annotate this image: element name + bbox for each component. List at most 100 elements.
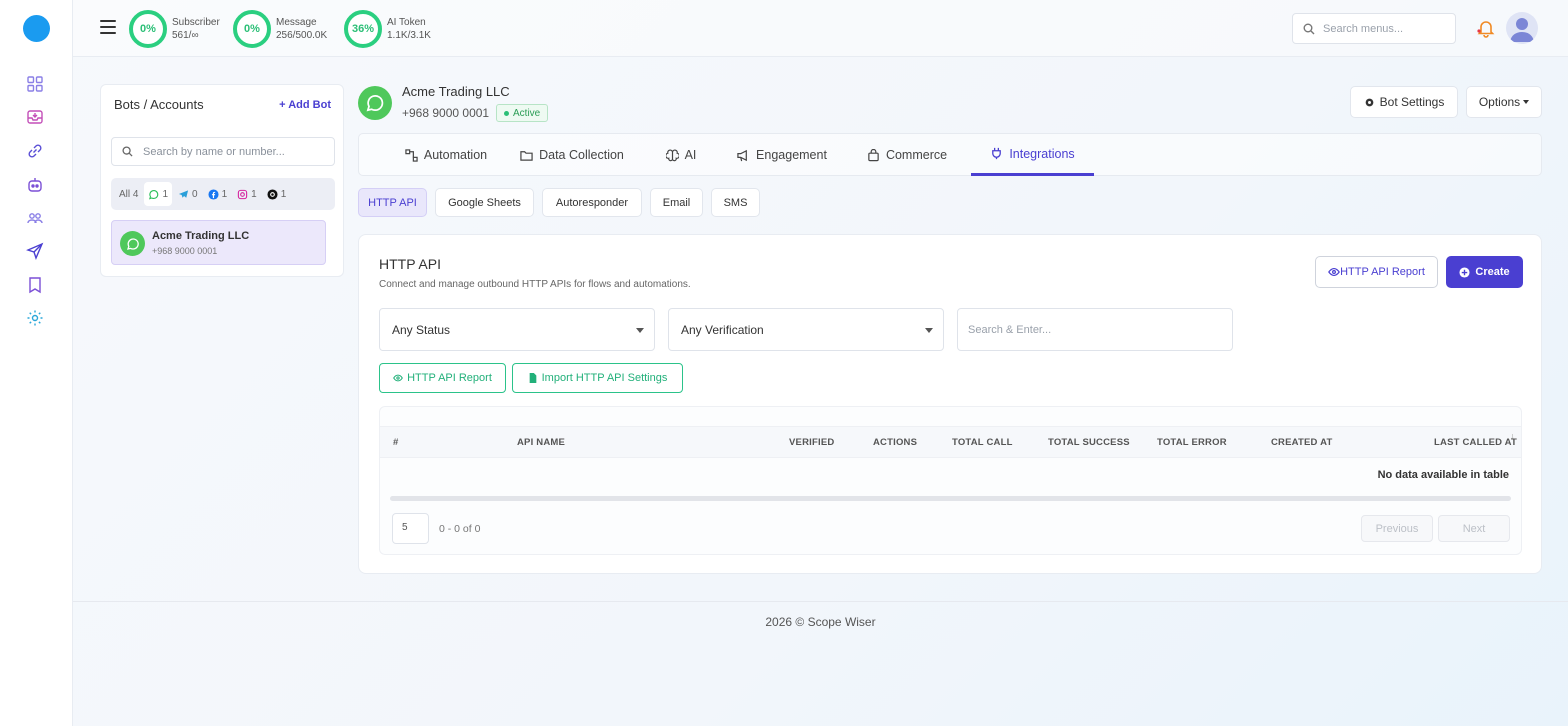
whatsapp-icon [120,231,145,256]
bag-icon [868,148,879,161]
options-button[interactable]: Options [1466,86,1542,118]
whatsapp-icon [358,86,392,120]
filter-all[interactable]: All 4 [115,182,142,206]
import-settings-button[interactable]: Import HTTP API Settings [512,363,683,393]
megaphone-icon [737,149,747,161]
col-actions[interactable]: ACTIONS [873,437,917,448]
brain-icon [665,149,679,161]
subtab-autoresponder[interactable]: Autoresponder [542,188,642,217]
account-number: +968 9000 0001 [402,106,490,120]
col-index[interactable]: # [393,437,398,448]
next-button[interactable]: Next [1438,515,1510,542]
avatar[interactable] [1506,12,1538,44]
account-name: Acme Trading LLC [402,84,510,99]
telegram-icon [178,189,189,198]
subtab-email[interactable]: Email [650,188,703,217]
bot-item-name: Acme Trading LLC [152,230,250,242]
send-icon[interactable] [25,241,45,261]
plus-icon: + [279,99,289,111]
subscriber-stat: 0% Subscriber 561/∞ [129,9,220,49]
subtab-sms[interactable]: SMS [711,188,760,217]
col-api-name[interactable]: API NAME [517,437,565,448]
previous-button[interactable]: Previous [1361,515,1433,542]
bell-icon[interactable] [1476,18,1496,38]
gear-icon [1365,98,1373,106]
add-bot-button[interactable]: + Add Bot [279,99,331,111]
filter-facebook[interactable]: 1 [204,182,232,206]
bot-settings-button[interactable]: Bot Settings [1350,86,1458,118]
search-icon [1303,23,1315,34]
tab-label: Data Collection [539,148,624,162]
stat-label: AI Token [387,17,426,28]
tab-label: Integrations [1009,146,1075,161]
filter-count: 4 [132,188,139,200]
instagram-icon [237,189,248,199]
bots-search[interactable] [111,137,335,166]
status-select-value: Any Status [392,322,451,337]
col-total-success[interactable]: TOTAL SUCCESS [1048,437,1130,448]
users-icon[interactable] [25,208,45,228]
bots-search-input[interactable] [143,145,323,158]
table-search[interactable] [957,308,1233,351]
bookmark-icon[interactable] [25,275,45,295]
subtab-http-api[interactable]: HTTP API [358,188,427,217]
verification-select[interactable]: Any Verification [668,308,944,351]
tab-engagement[interactable]: Engagement [721,134,843,176]
inbox-icon[interactable] [25,107,45,127]
filter-telegram[interactable]: 0 [174,182,202,206]
col-created-at[interactable]: CREATED AT [1271,437,1332,448]
create-label: Create [1475,266,1510,278]
footer-text: 2026 © Scope Wiser [765,615,876,629]
message-ring: 0% [233,10,271,48]
tab-integrations[interactable]: Integrations [971,134,1094,176]
tab-commerce[interactable]: Commerce [853,134,961,176]
menu-search-input[interactable] [1323,22,1443,35]
tab-data-collection[interactable]: Data Collection [513,134,631,176]
col-last-called-at[interactable]: LAST CALLED AT [1434,437,1517,448]
create-button[interactable]: Create [1446,256,1523,288]
threads-icon [267,188,278,200]
col-total-call[interactable]: TOTAL CALL [952,437,1013,448]
eye-icon [1328,267,1340,277]
stat-value: 256/500.0K [276,30,328,41]
http-api-report-button[interactable]: HTTP API Report [1315,256,1438,288]
settings-icon[interactable] [25,308,45,328]
bot-icon[interactable] [25,175,45,195]
caret-down-icon [925,328,933,333]
table-search-input[interactable] [968,323,1208,336]
table-header: # API NAME VERIFIED ACTIONS TOTAL CALL T… [380,426,1521,458]
subtab-google-sheets[interactable]: Google Sheets [435,188,534,217]
filter-count: 1 [162,188,169,200]
status-select[interactable]: Any Status [379,308,655,351]
sort-icon[interactable]: ↓ [1510,431,1515,441]
caret-down-icon [636,328,644,333]
page-size-select[interactable]: 5 [392,513,429,544]
tab-label: Automation [423,148,488,162]
tab-automation[interactable]: Automation [379,134,513,176]
link-icon[interactable] [25,141,45,161]
plug-icon [992,147,1002,160]
stat-label: Subscriber [172,17,220,28]
http-api-table: # API NAME VERIFIED ACTIONS TOTAL CALL T… [379,406,1522,555]
filter-instagram[interactable]: 1 [233,182,261,206]
col-total-error[interactable]: TOTAL ERROR [1157,437,1227,448]
http-api-report-secondary-button[interactable]: HTTP API Report [379,363,506,393]
bot-item-number: +968 9000 0001 [152,246,218,256]
whatsapp-icon [149,189,159,200]
filter-whatsapp[interactable]: 1 [144,182,173,206]
menu-toggle-icon[interactable] [100,20,116,34]
pagination-info: 0 - 0 of 0 [439,523,481,535]
options-label: Options [1478,95,1521,109]
col-verified[interactable]: VERIFIED [789,437,834,448]
menu-search[interactable] [1292,13,1456,44]
bot-list-item[interactable]: Acme Trading LLC +968 9000 0001 [111,220,326,265]
logo[interactable] [23,15,50,42]
category-tabs: Automation Data Collection AI Engagement… [358,133,1542,176]
dashboard-icon[interactable] [25,74,45,94]
horizontal-scrollbar[interactable] [390,496,1511,501]
verification-select-value: Any Verification [681,322,764,337]
tab-label: Commerce [885,148,948,162]
tab-ai[interactable]: AI [651,134,711,176]
report-label: HTTP API Report [1340,266,1425,278]
filter-threads[interactable]: 1 [263,182,291,206]
